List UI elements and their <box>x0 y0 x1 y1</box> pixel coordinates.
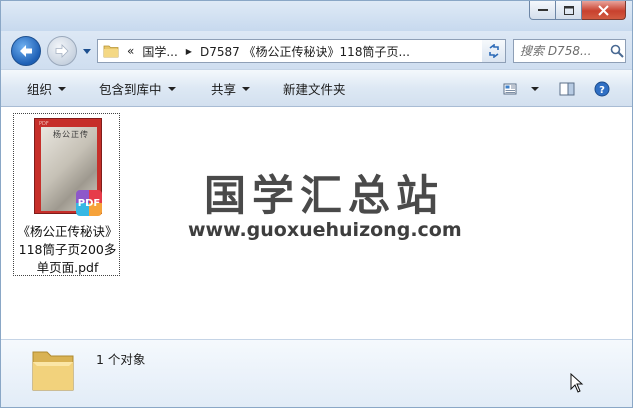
search-input[interactable] <box>520 41 608 61</box>
minimize-button[interactable] <box>529 1 556 20</box>
share-label: 共享 <box>211 82 237 97</box>
chevron-down-icon <box>531 87 539 91</box>
close-button[interactable] <box>582 1 626 20</box>
back-button[interactable] <box>11 36 41 66</box>
help-button[interactable]: ? <box>591 77 613 101</box>
breadcrumb-item-current[interactable]: D7587 《杨公正传秘诀》118筒子页... <box>200 43 410 60</box>
chevron-down-icon <box>83 48 91 54</box>
mouse-pointer-icon <box>570 373 584 393</box>
file-item[interactable]: PDF 杨公正传 PDF 《杨公正传秘诀》118筒子页200多单页面.pdf <box>13 113 120 276</box>
preview-pane-button[interactable] <box>556 77 578 101</box>
organize-menu[interactable]: 组织 <box>27 70 67 107</box>
pdf-file-icon: PDF <box>76 190 102 216</box>
breadcrumb-overflow[interactable]: « <box>127 44 134 58</box>
new-folder-button[interactable]: 新建文件夹 <box>283 70 346 107</box>
chevron-down-icon <box>167 86 176 91</box>
navigation-bar: « 国学... ▶ D7587 《杨公正传秘诀》118筒子页... <box>1 31 632 69</box>
help-icon: ? <box>594 81 610 97</box>
maximize-icon <box>563 5 574 15</box>
include-in-library-label: 包含到库中 <box>99 82 162 97</box>
command-bar: 组织 包含到库中 共享 新建文件夹 ? <box>1 69 632 107</box>
watermark-url: www.guoxuehuizong.com <box>188 219 462 241</box>
chevron-right-icon[interactable]: ▶ <box>186 47 192 56</box>
forward-button[interactable] <box>47 36 77 66</box>
new-folder-label: 新建文件夹 <box>283 82 346 97</box>
refresh-icon <box>488 44 499 58</box>
thumbnail-title: 杨公正传 <box>53 130 89 139</box>
recent-locations-button[interactable] <box>81 45 93 57</box>
selection-status: 1 个对象 <box>96 352 146 367</box>
maximize-button[interactable] <box>556 1 582 20</box>
breadcrumb: « 国学... ▶ D7587 《杨公正传秘诀》118筒子页... <box>127 43 484 60</box>
details-pane: 1 个对象 <box>1 339 632 407</box>
address-bar[interactable]: « 国学... ▶ D7587 《杨公正传秘诀》118筒子页... <box>97 39 501 63</box>
arrow-left-icon <box>20 45 32 57</box>
include-in-library-menu[interactable]: 包含到库中 <box>99 70 176 107</box>
file-list-pane[interactable]: PDF 杨公正传 PDF 《杨公正传秘诀》118筒子页200多单页面.pdf 国… <box>1 107 632 339</box>
svg-text:?: ? <box>599 85 605 96</box>
watermark-title: 国学汇总站 <box>204 171 445 220</box>
pdf-badge-label: PDF <box>77 197 101 209</box>
explorer-window: « 国学... ▶ D7587 《杨公正传秘诀》118筒子页... 组织 <box>0 0 633 408</box>
breadcrumb-item-root[interactable]: 国学... <box>142 43 177 60</box>
chevron-down-icon <box>58 86 67 91</box>
minimize-icon <box>537 9 548 11</box>
search-box[interactable] <box>513 39 626 63</box>
refresh-button[interactable] <box>482 39 506 63</box>
search-icon[interactable] <box>610 44 624 58</box>
file-name: 《杨公正传秘诀》118筒子页200多单页面.pdf <box>17 224 118 275</box>
change-view-button[interactable] <box>501 77 541 101</box>
view-options-icon <box>503 83 517 95</box>
caption-buttons <box>529 1 626 20</box>
share-menu[interactable]: 共享 <box>211 70 251 107</box>
arrow-right-icon <box>55 44 69 58</box>
preview-pane-icon <box>559 82 575 96</box>
close-icon <box>598 4 609 16</box>
folder-icon <box>103 45 119 58</box>
folder-icon <box>32 351 74 391</box>
organize-label: 组织 <box>27 82 53 97</box>
chevron-down-icon <box>242 86 251 91</box>
title-bar <box>1 1 632 31</box>
